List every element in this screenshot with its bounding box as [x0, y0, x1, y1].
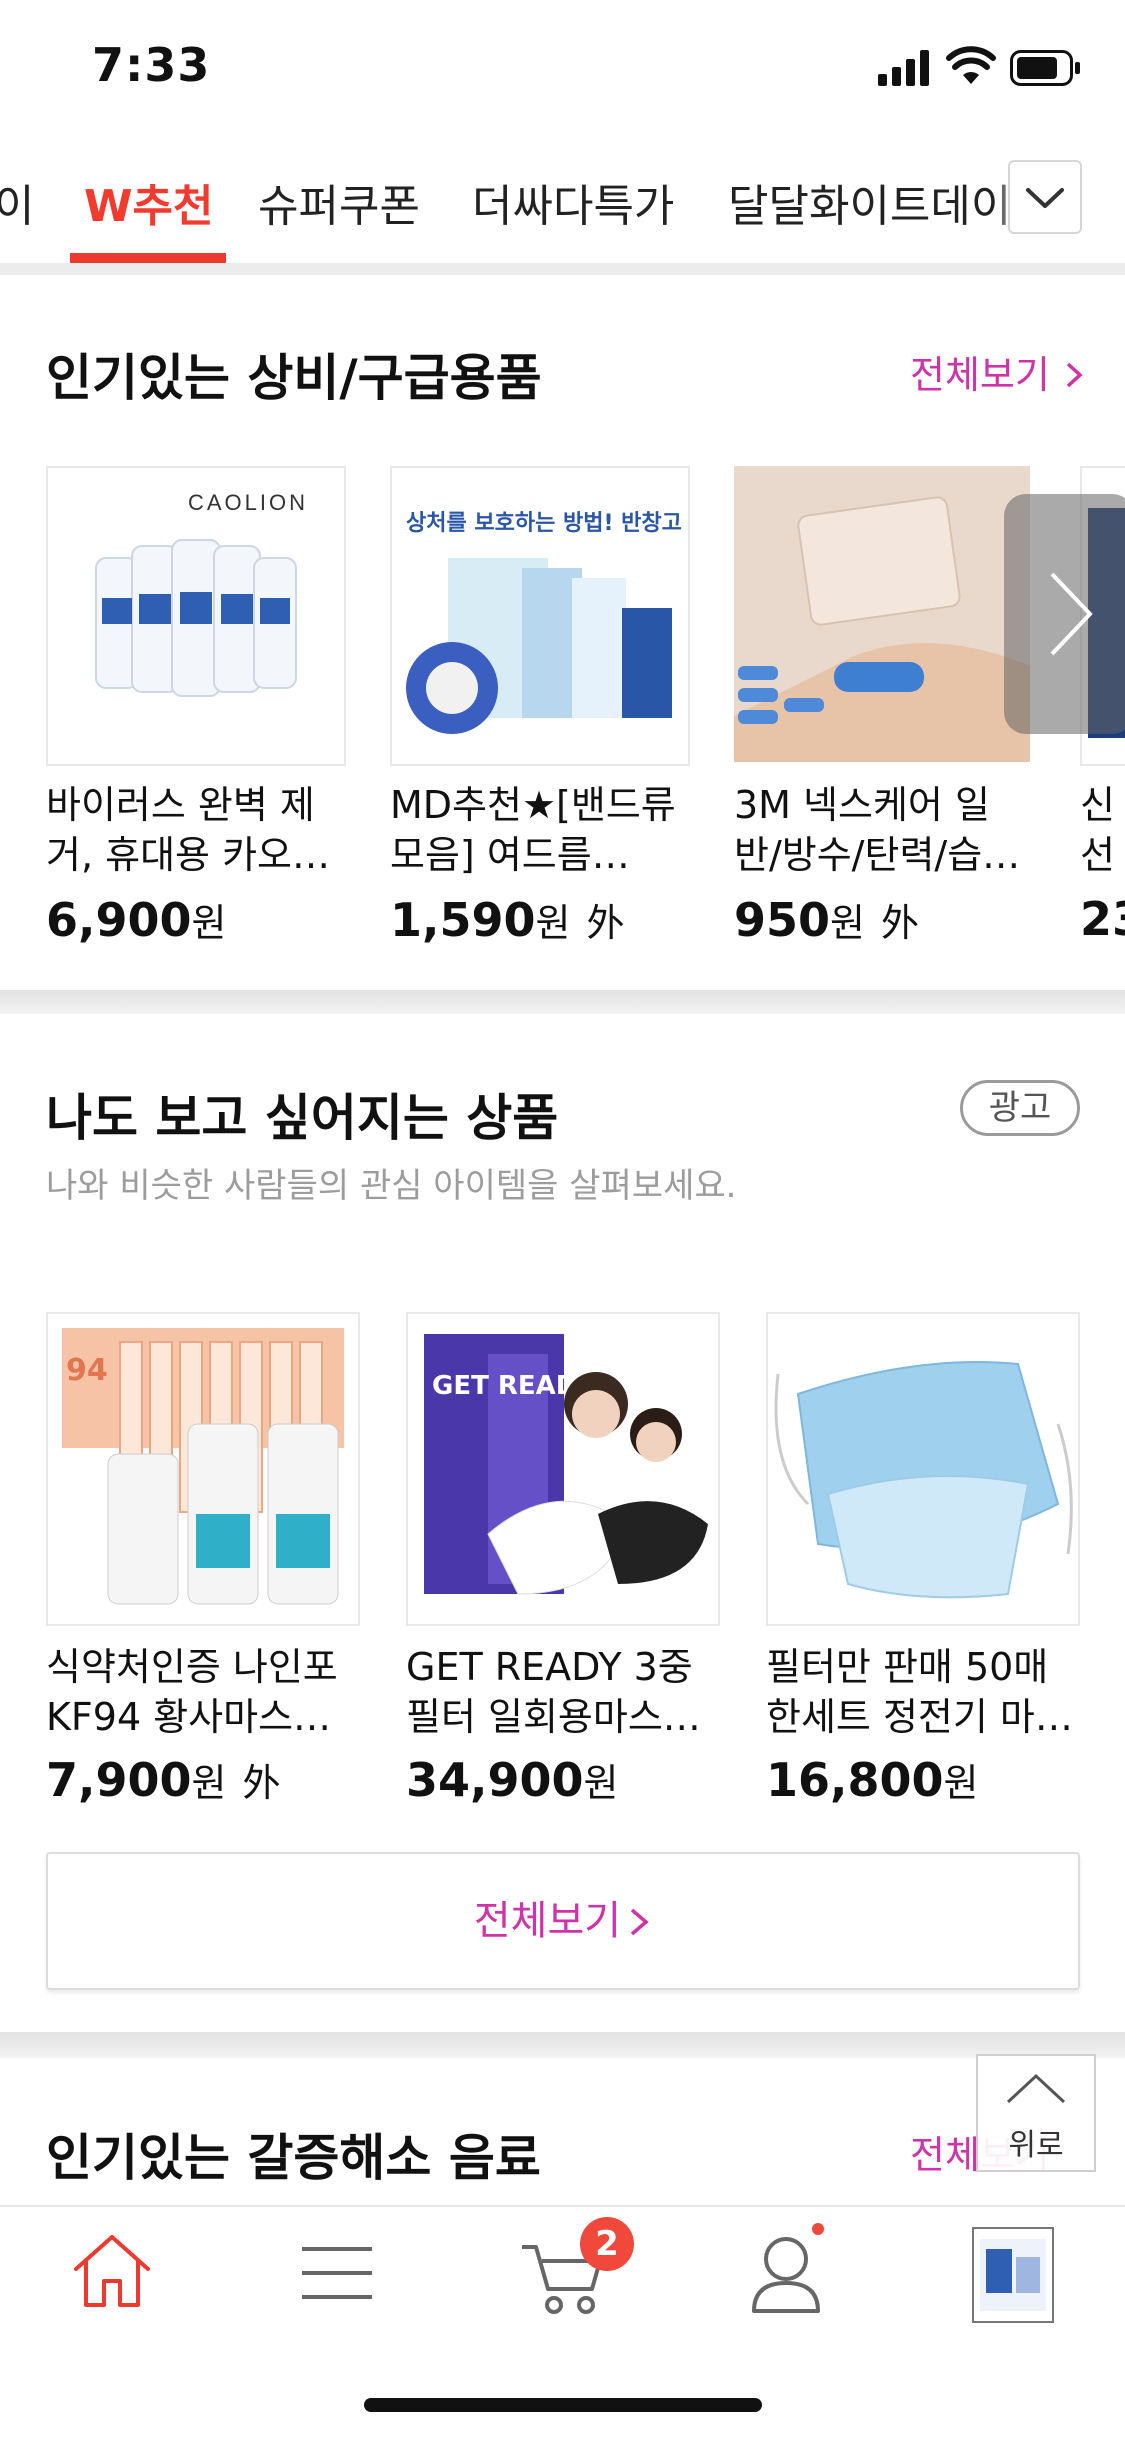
product-image-caption: 상처를 보호하는 방법! 반창고 여기요! — [406, 511, 688, 536]
product-image[interactable]: 상처를 보호하는 방법! 반창고 여기요! — [390, 466, 690, 766]
tab-item[interactable]: 이 — [0, 170, 34, 234]
menu-icon[interactable] — [300, 2243, 374, 2303]
tab-white-day[interactable]: 달달화이트데이 — [728, 170, 1011, 234]
tab-cheap-deals[interactable]: 더싸다특가 — [472, 170, 674, 234]
active-tab-indicator — [70, 253, 226, 263]
product-price: 34,900원 — [406, 1753, 619, 1807]
wifi-icon — [946, 46, 996, 84]
product-image[interactable]: 94 — [46, 1312, 360, 1626]
product-name[interactable]: 신선 파로… — [1080, 780, 1125, 880]
product-price: 7,900원 外 — [46, 1753, 281, 1807]
product-name[interactable]: 식약처인증 나인포 KF94 황사마스… — [46, 1642, 366, 1742]
chevron-down-icon — [1026, 188, 1064, 208]
product-image-caption: 94 — [66, 1353, 108, 1388]
user-icon[interactable] — [750, 2233, 826, 2315]
product-price: 950원 外 — [734, 893, 920, 947]
product-name[interactable]: 3M 넥스케어 일반/방수/탄력/습… — [734, 780, 1034, 880]
category-tab-bar: 이 W추천 슈퍼쿠폰 더싸다특가 달달화이트데이 — [0, 140, 1125, 265]
product-image[interactable] — [734, 466, 1030, 762]
product-name[interactable]: 필터만 판매 50매 한세트 정전기 마… — [766, 1642, 1086, 1742]
section-divider — [0, 263, 1125, 275]
chevron-right-icon — [1066, 362, 1083, 388]
product-name[interactable]: GET READY 3중 필터 일회용마스… — [406, 1642, 726, 1742]
status-bar: 7:33 — [0, 0, 1125, 140]
chevron-right-icon — [631, 1908, 649, 1936]
view-all-link[interactable]: 전체보기 — [910, 344, 1086, 399]
section-divider — [0, 2032, 1125, 2058]
section-subtitle: 나와 비슷한 사람들의 관심 아이템을 살펴보세요. — [46, 1166, 737, 1206]
ad-badge[interactable]: 광고 — [960, 1080, 1080, 1136]
section-title: 나도 보고 싶어지는 상품 — [46, 1089, 559, 1147]
status-time: 7:33 — [92, 38, 211, 92]
product-image[interactable]: GET READY — [406, 1312, 720, 1626]
product-name[interactable]: 바이러스 완벽 제거, 휴대용 카오… — [46, 780, 346, 880]
scroll-top-label: 위로 — [1008, 2128, 1064, 2163]
view-all-label: 전체보기 — [473, 1898, 622, 1944]
battery-icon — [1010, 50, 1080, 86]
product-price: 1,590원 外 — [390, 893, 625, 947]
carousel-next-button[interactable] — [1004, 494, 1125, 734]
product-price: 16,800원 — [766, 1753, 979, 1807]
view-all-label: 전체보기 — [910, 353, 1050, 397]
chevron-right-icon — [1050, 572, 1093, 656]
cart-count-badge: 2 — [580, 2217, 634, 2271]
tab-dropdown-button[interactable] — [1008, 160, 1082, 234]
brand-logo-text: CAOLION — [188, 490, 308, 515]
cellular-signal-icon — [878, 50, 929, 86]
home-icon[interactable] — [70, 2231, 154, 2311]
home-indicator — [364, 2398, 762, 2412]
product-name[interactable]: MD추천★[밴드류 모음] 여드름… — [390, 780, 690, 880]
section-divider — [0, 990, 1125, 1014]
tab-w-recommend[interactable]: W추천 — [84, 170, 214, 234]
section-title: 인기있는 갈증해소 음료 — [46, 2129, 541, 2187]
scroll-top-button[interactable]: 위로 — [976, 2054, 1096, 2172]
product-image[interactable] — [766, 1312, 1080, 1626]
product-image[interactable]: CAOLION — [46, 466, 346, 766]
chevron-up-icon — [1006, 2073, 1066, 2104]
view-all-button[interactable]: 전체보기 — [46, 1852, 1080, 1990]
tab-super-coupon[interactable]: 슈퍼쿠폰 — [258, 170, 420, 234]
product-price: 23 — [1080, 892, 1125, 946]
recent-item-thumbnail[interactable] — [972, 2227, 1054, 2323]
product-price: 6,900원 — [46, 893, 227, 947]
section-title: 인기있는 상비/구급용품 — [46, 349, 542, 407]
notification-dot — [812, 2223, 824, 2235]
